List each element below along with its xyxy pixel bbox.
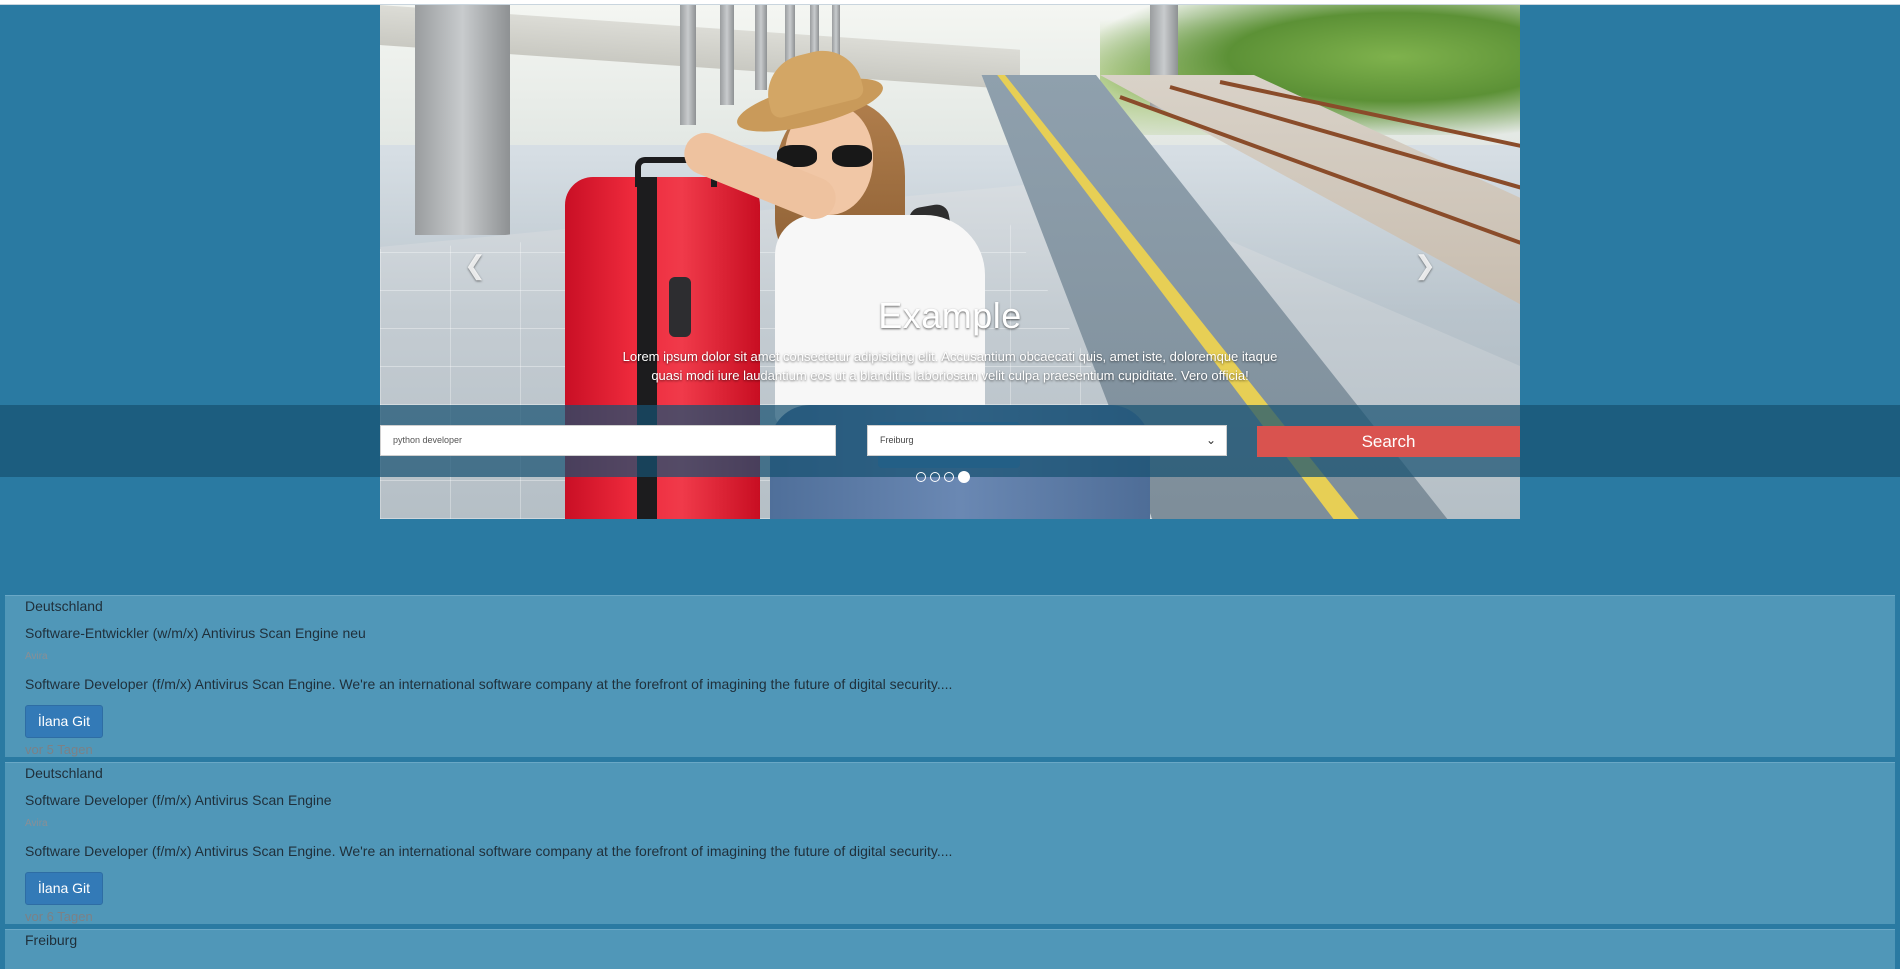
job-card: Deutschland Software Developer (f/m/x) A…: [5, 762, 1895, 924]
search-button[interactable]: Search: [1257, 426, 1520, 457]
chevron-left-icon: ❮: [464, 250, 486, 280]
chevron-right-icon: ❯: [1414, 250, 1436, 280]
apply-button[interactable]: İlana Git: [25, 705, 103, 738]
caption-text: Lorem ipsum dolor sit amet consectetur a…: [622, 349, 1278, 383]
location-select[interactable]: Freiburg ⌄: [867, 425, 1227, 456]
job-card: Deutschland Software-Entwickler (w/m/x) …: [5, 595, 1895, 757]
chevron-down-icon: ⌄: [1205, 433, 1216, 447]
job-title: Software-Entwickler (w/m/x) Antivirus Sc…: [25, 625, 366, 641]
carousel-caption: Example Lorem ipsum dolor sit amet conse…: [380, 295, 1520, 385]
carousel-indicator-3[interactable]: [944, 472, 954, 482]
job-company: Avira: [25, 651, 48, 662]
job-company: Avira: [25, 818, 48, 829]
location-select-value: Freiburg: [880, 435, 914, 445]
job-card: Freiburg: [5, 929, 1895, 969]
search-query-input[interactable]: python developer: [380, 425, 836, 456]
carousel-indicator-4[interactable]: [958, 471, 970, 483]
job-description: Software Developer (f/m/x) Antivirus Sca…: [25, 843, 953, 859]
carousel-indicator-2[interactable]: [930, 472, 940, 482]
carousel-indicator-1[interactable]: [916, 472, 926, 482]
apply-button[interactable]: İlana Git: [25, 872, 103, 905]
job-age: vor 6 Tagen: [25, 909, 93, 924]
job-location: Freiburg: [25, 932, 78, 948]
job-list: Deutschland Software-Entwickler (w/m/x) …: [5, 595, 1895, 969]
carousel-prev-button[interactable]: ❮: [460, 250, 490, 280]
job-description: Software Developer (f/m/x) Antivirus Sca…: [25, 676, 953, 692]
carousel-next-button[interactable]: ❯: [1410, 250, 1440, 280]
job-title: Software Developer (f/m/x) Antivirus Sca…: [25, 792, 332, 808]
job-age: vor 5 Tagen: [25, 742, 93, 757]
carousel-indicators: [916, 471, 970, 484]
job-location: Deutschland: [25, 598, 103, 614]
caption-title: Example: [878, 295, 1022, 336]
job-location: Deutschland: [25, 765, 103, 781]
